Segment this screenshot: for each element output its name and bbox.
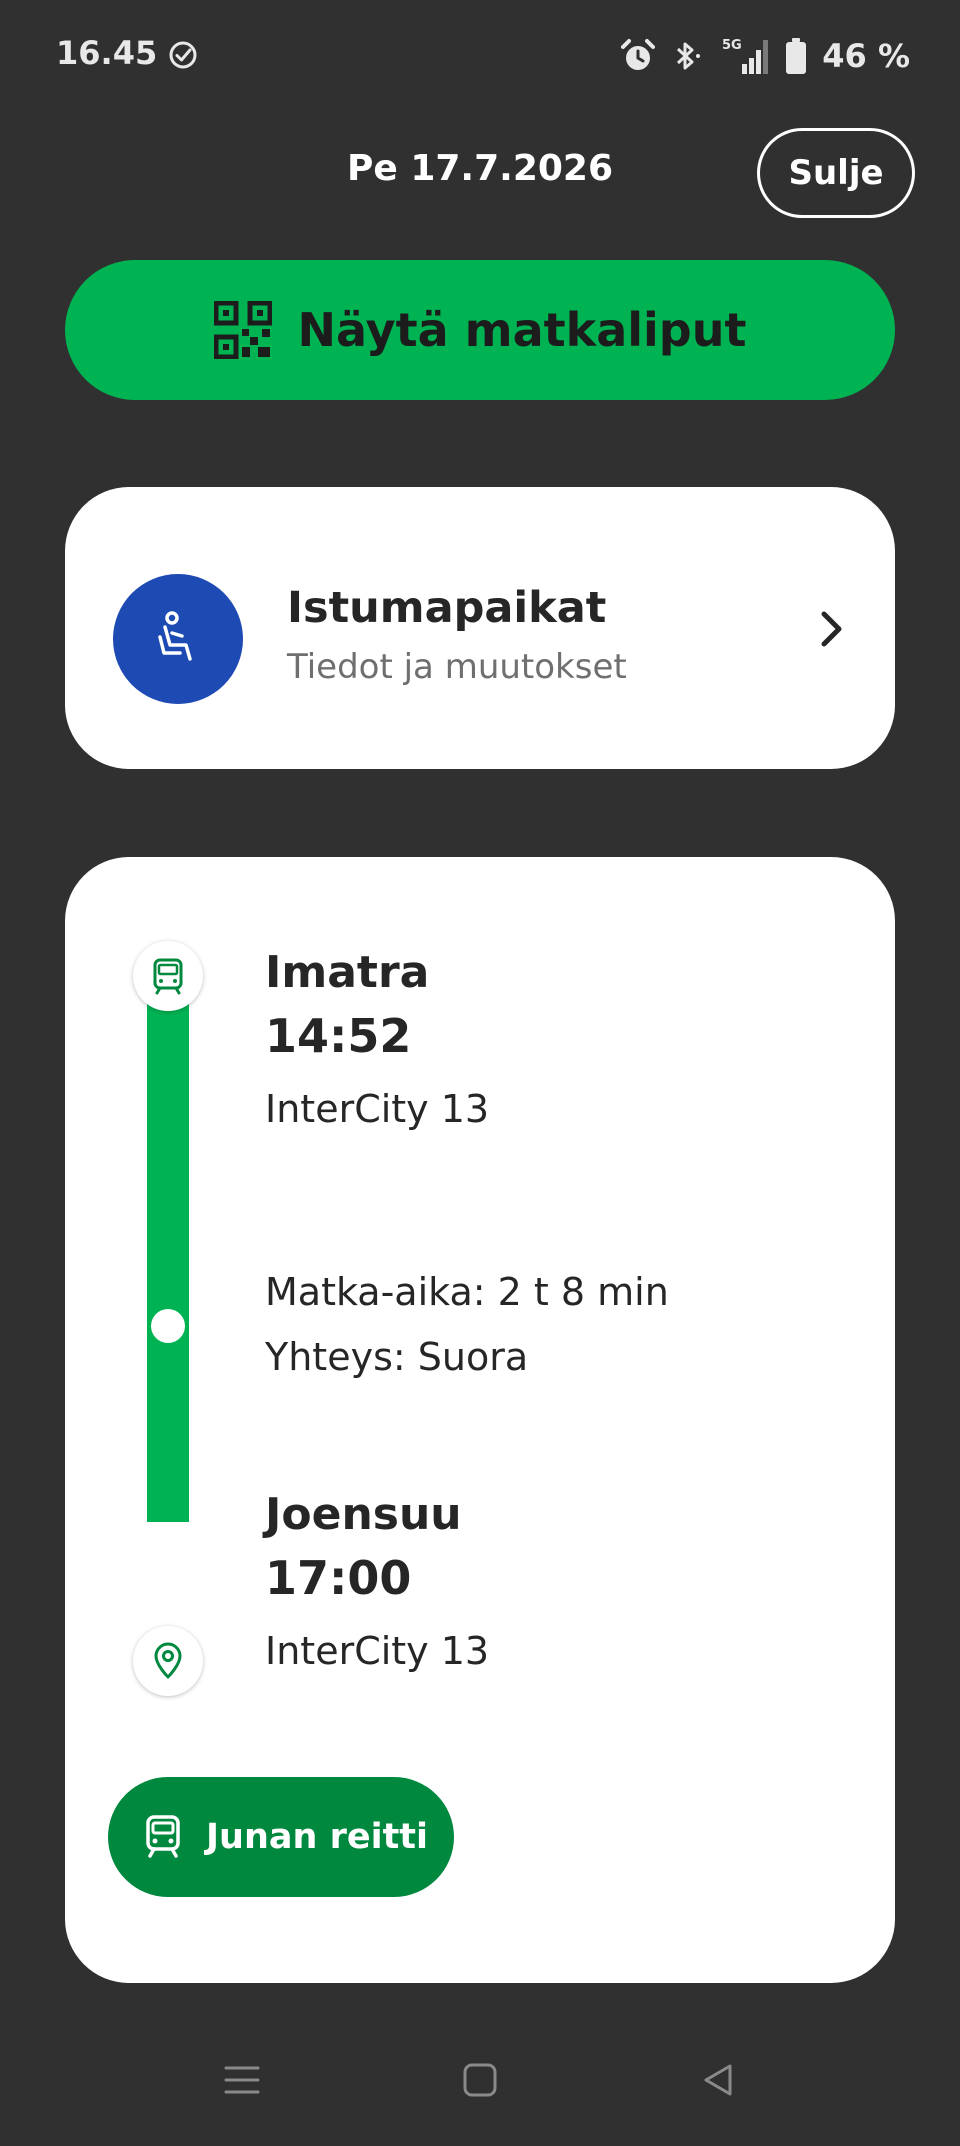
train-route-button[interactable]: Junan reitti (108, 1777, 454, 1897)
bluetooth-icon (677, 42, 701, 70)
route-midpoint (151, 1309, 185, 1343)
seats-avatar (113, 574, 243, 704)
location-pin-icon (133, 1626, 203, 1696)
arrival-station: Joensuu (265, 1489, 462, 1540)
navigation-bar (0, 2040, 960, 2146)
battery-icon (786, 38, 807, 74)
arrival-train: InterCity 13 (265, 1629, 490, 1673)
status-bar: 16.45 5G 46 % (0, 0, 960, 116)
arrival-time: 17:00 (265, 1551, 412, 1605)
connection-type: Yhteys: Suora (265, 1335, 529, 1379)
check-circle-icon (169, 41, 197, 69)
seats-subtitle: Tiedot ja muutokset (287, 647, 627, 687)
signal-icon: 5G (722, 38, 769, 74)
recent-apps-icon[interactable] (222, 2060, 262, 2100)
train-route-label: Junan reitti (206, 1817, 429, 1857)
battery-percent: 46 % (822, 37, 910, 75)
seats-card[interactable]: Istumapaikat Tiedot ja muutokset (65, 487, 895, 769)
departure-time: 14:52 (265, 1009, 412, 1063)
alarm-icon (621, 39, 656, 70)
departure-station: Imatra (265, 947, 430, 998)
home-icon[interactable] (460, 2060, 500, 2100)
departure-train: InterCity 13 (265, 1087, 490, 1131)
network-label: 5G (722, 38, 742, 53)
back-icon[interactable] (698, 2060, 738, 2100)
train-icon (146, 1815, 180, 1858)
show-tickets-button[interactable]: Näytä matkaliput (65, 260, 895, 400)
qr-code-icon (213, 301, 272, 359)
status-indicators: 5G 46 % (620, 34, 910, 78)
route-line (147, 977, 189, 1522)
show-tickets-label: Näytä matkaliput (297, 303, 747, 357)
trip-duration: Matka-aika: 2 t 8 min (265, 1270, 669, 1314)
train-icon (133, 941, 203, 1011)
close-button[interactable]: Sulje (757, 128, 915, 218)
journey-card: Imatra 14:52 InterCity 13 Matka-aika: 2 … (65, 857, 895, 1983)
chevron-right-icon (821, 611, 842, 647)
seats-title: Istumapaikat (287, 583, 607, 633)
seat-icon (158, 611, 192, 661)
status-time: 16.45 (56, 34, 158, 72)
